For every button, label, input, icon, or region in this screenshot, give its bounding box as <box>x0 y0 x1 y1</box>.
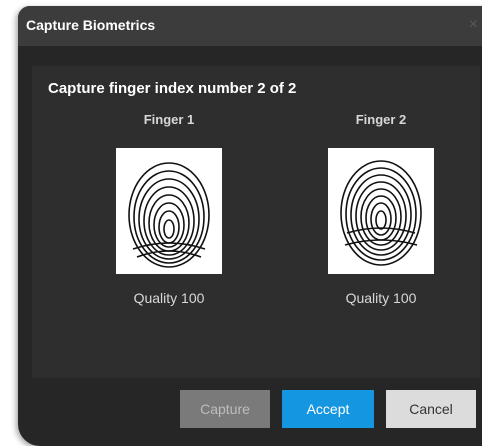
fingerprint-icon <box>340 160 422 266</box>
accept-button[interactable]: Accept <box>282 390 374 428</box>
capture-biometrics-dialog: Capture Biometrics × Capture finger inde… <box>18 6 482 446</box>
capture-panel: Capture finger index number 2 of 2 Finge… <box>32 66 480 378</box>
dialog-titlebar: Capture Biometrics × <box>18 6 482 46</box>
finger-2-column: Finger 2 Quality 100 <box>316 112 446 306</box>
finger-1-quality: Quality 100 <box>133 290 205 306</box>
fingerprint-icon <box>128 162 210 268</box>
close-icon[interactable]: × <box>469 16 478 34</box>
finger-2-image <box>328 148 434 274</box>
finger-1-label: Finger 1 <box>143 112 195 127</box>
cancel-button[interactable]: Cancel <box>386 390 476 428</box>
dialog-title: Capture Biometrics <box>26 17 156 33</box>
finger-2-quality: Quality 100 <box>345 290 417 306</box>
finger-1-image <box>116 148 222 274</box>
capture-button[interactable]: Capture <box>180 390 270 428</box>
finger-1-column: Finger 1 Quality 100 <box>104 112 234 306</box>
capture-heading: Capture finger index number 2 of 2 <box>48 80 297 97</box>
finger-2-label: Finger 2 <box>355 112 407 127</box>
